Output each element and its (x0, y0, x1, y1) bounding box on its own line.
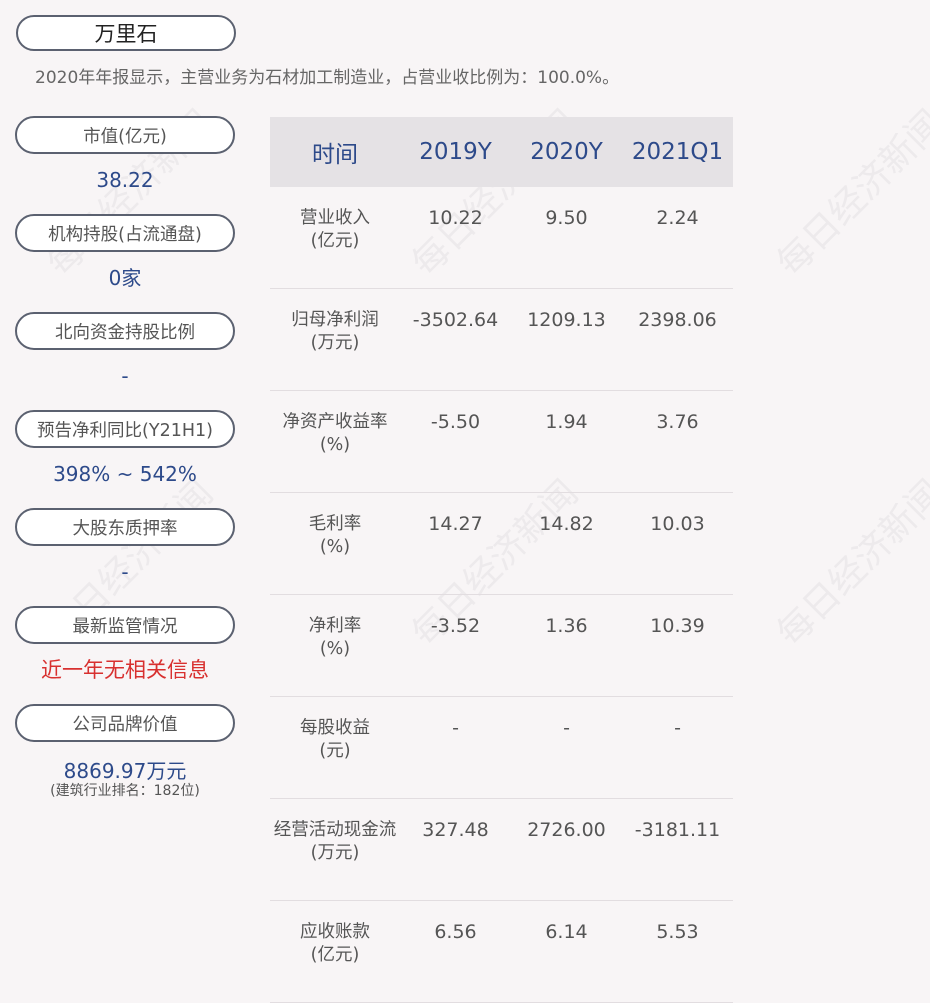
business-summary: 2020年年报显示，主营业务为石材加工制造业，占营业收比例为：100.0%。 (35, 68, 620, 88)
metric-label: 公司品牌价值 (15, 704, 235, 742)
column-header: 2019Y (400, 117, 511, 187)
watermark: 每日经济新闻 (769, 472, 930, 655)
metric-label: 机构持股(占流通盘) (15, 214, 235, 252)
table-header-row: 时间 2019Y 2020Y 2021Q1 (270, 117, 733, 187)
table-row: 净利率 (%) -3.52 1.36 10.39 (270, 594, 733, 697)
row-label: 营业收入 (亿元) (270, 187, 400, 289)
metric-label: 预告净利同比(Y21H1) (15, 410, 235, 448)
table-row: 每股收益 (元) - - - (270, 696, 733, 799)
metric-value: 8869.97万元 (63, 759, 187, 783)
metric-value: 398% ~ 542% (53, 462, 197, 486)
metric-northbound-ratio: 北向资金持股比例 - (15, 312, 235, 410)
table-cell: -5.50 (400, 390, 511, 493)
metric-regulatory-status: 最新监管情况 近一年无相关信息 (15, 606, 235, 704)
table-cell: 2.24 (622, 187, 733, 289)
metric-brand-value: 公司品牌价值 8869.97万元 (建筑行业排名：182位) (15, 704, 235, 802)
table-row: 营业收入 (亿元) 10.22 9.50 2.24 (270, 187, 733, 289)
column-header: 2020Y (511, 117, 622, 187)
watermark: 每日经济新闻 (769, 102, 930, 285)
metric-value: 38.22 (96, 168, 154, 192)
table-cell: - (511, 696, 622, 799)
table-cell: -3.52 (400, 594, 511, 697)
table-cell: 3.76 (622, 390, 733, 493)
table-row: 净资产收益率 (%) -5.50 1.94 3.76 (270, 390, 733, 493)
financial-table: 时间 2019Y 2020Y 2021Q1 营业收入 (亿元) 10.22 9.5… (270, 117, 733, 1003)
table-row: 应收账款 (亿元) 6.56 6.14 5.53 (270, 900, 733, 1003)
metric-value: 0家 (108, 266, 142, 290)
table-row: 归母净利润 (万元) -3502.64 1209.13 2398.06 (270, 288, 733, 391)
table-cell: 6.14 (511, 900, 622, 1003)
column-header: 时间 (270, 117, 400, 187)
metric-value: - (121, 364, 129, 388)
metric-value: 近一年无相关信息 (41, 658, 209, 682)
metric-note: (建筑行业排名：182位) (50, 783, 200, 799)
metric-label: 大股东质押率 (15, 508, 235, 546)
row-label: 净资产收益率 (%) (270, 390, 400, 493)
metric-profit-forecast: 预告净利同比(Y21H1) 398% ~ 542% (15, 410, 235, 508)
row-label: 净利率 (%) (270, 594, 400, 697)
metric-pledge-ratio: 大股东质押率 - (15, 508, 235, 606)
table-cell: -3502.64 (400, 288, 511, 391)
table-cell: - (622, 696, 733, 799)
table-cell: 14.27 (400, 492, 511, 595)
row-label: 归母净利润 (万元) (270, 288, 400, 391)
table-row: 毛利率 (%) 14.27 14.82 10.03 (270, 492, 733, 595)
metric-institutional-holding: 机构持股(占流通盘) 0家 (15, 214, 235, 312)
table-cell: - (400, 696, 511, 799)
metric-market-cap: 市值(亿元) 38.22 (15, 116, 235, 214)
table-cell: 1.94 (511, 390, 622, 493)
row-label: 应收账款 (亿元) (270, 900, 400, 1003)
column-header: 2021Q1 (622, 117, 733, 187)
row-label: 每股收益 (元) (270, 696, 400, 799)
table-cell: 10.22 (400, 187, 511, 289)
metric-label: 市值(亿元) (15, 116, 235, 154)
company-name: 万里石 (16, 15, 236, 51)
table-cell: 2398.06 (622, 288, 733, 391)
table-cell: 1209.13 (511, 288, 622, 391)
table-cell: 6.56 (400, 900, 511, 1003)
metric-label: 北向资金持股比例 (15, 312, 235, 350)
table-cell: 14.82 (511, 492, 622, 595)
table-cell: 10.03 (622, 492, 733, 595)
metric-label: 最新监管情况 (15, 606, 235, 644)
table-cell: 5.53 (622, 900, 733, 1003)
table-cell: 1.36 (511, 594, 622, 697)
metric-value: - (121, 560, 129, 584)
table-cell: 9.50 (511, 187, 622, 289)
metrics-panel: 市值(亿元) 38.22 机构持股(占流通盘) 0家 北向资金持股比例 - 预告… (15, 116, 235, 802)
table-cell: 10.39 (622, 594, 733, 697)
row-label: 毛利率 (%) (270, 492, 400, 595)
